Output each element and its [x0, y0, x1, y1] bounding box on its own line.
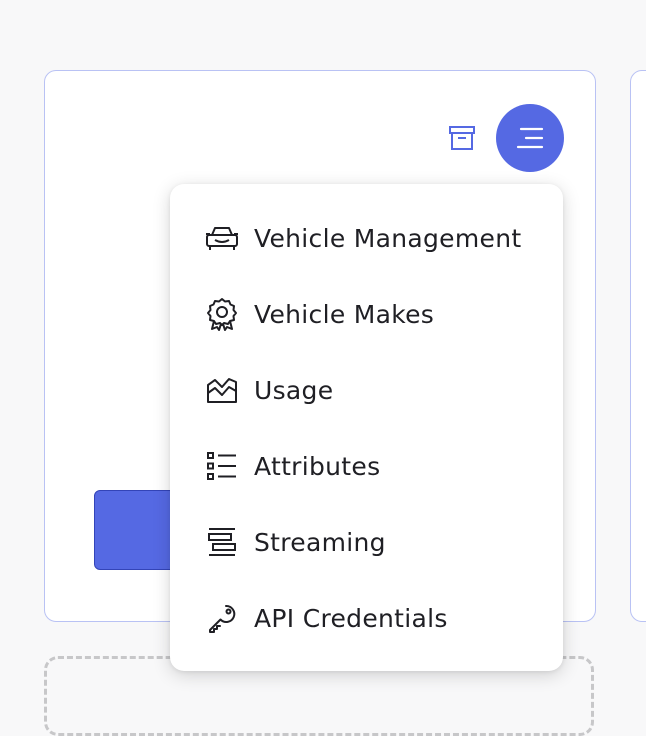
menu-item-label: Vehicle Management — [254, 223, 522, 253]
menu-toggle-button[interactable] — [496, 104, 564, 172]
area-chart-icon — [204, 372, 240, 408]
archive-button[interactable] — [446, 122, 478, 154]
key-icon — [204, 600, 240, 636]
menu-item-vehicle-makes[interactable]: Vehicle Makes — [170, 284, 563, 344]
badge-award-icon — [204, 296, 240, 332]
car-icon — [204, 220, 240, 256]
menu-item-attributes[interactable]: Attributes — [170, 436, 563, 496]
stacked-bars-icon — [204, 524, 240, 560]
adjacent-card — [630, 70, 646, 622]
dropdown-menu: Vehicle Management Vehicle Makes Usage A… — [170, 184, 563, 671]
menu-item-label: Streaming — [254, 527, 386, 557]
archive-icon — [449, 126, 475, 150]
menu-item-usage[interactable]: Usage — [170, 360, 563, 420]
menu-item-api-credentials[interactable]: API Credentials — [170, 588, 563, 648]
menu-item-label: Attributes — [254, 451, 381, 481]
menu-item-label: Vehicle Makes — [254, 299, 435, 329]
menu-item-vehicle-management[interactable]: Vehicle Management — [170, 208, 563, 268]
menu-item-streaming[interactable]: Streaming — [170, 512, 563, 572]
menu-lines-icon — [516, 127, 544, 149]
checklist-icon — [204, 448, 240, 484]
menu-item-label: Usage — [254, 375, 334, 405]
menu-item-label: API Credentials — [254, 603, 448, 633]
